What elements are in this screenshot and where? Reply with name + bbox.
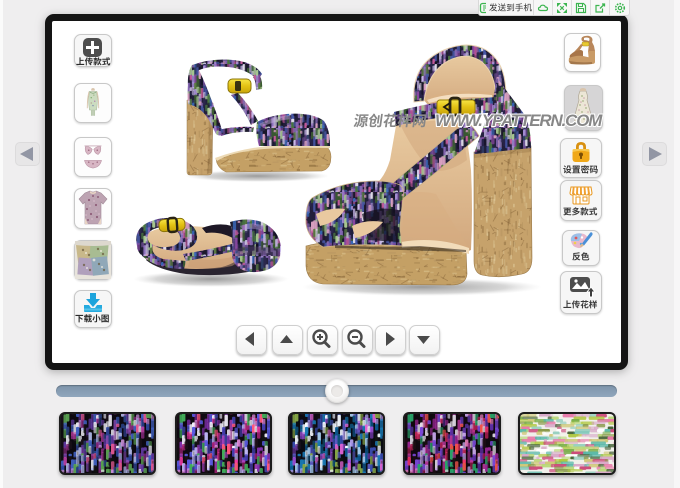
svg-text:WWW.YPATTERN.COM: WWW.YPATTERN.COM	[435, 111, 603, 130]
